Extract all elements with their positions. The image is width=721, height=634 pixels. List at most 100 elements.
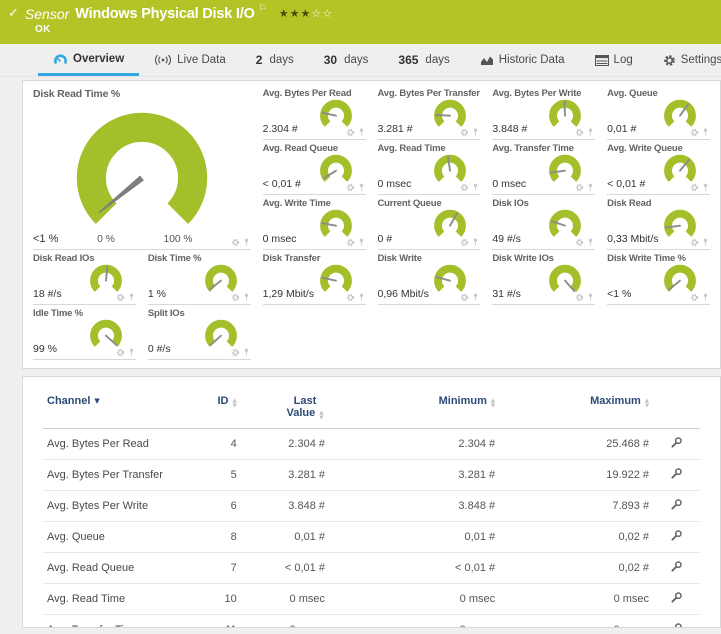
- wrench-icon: [670, 529, 683, 542]
- tab-label: Log: [614, 54, 633, 66]
- cell-minimum: 2.304 #: [329, 429, 499, 460]
- pin-icon[interactable]: [587, 127, 594, 137]
- channel-gauge-tile[interactable]: Current Queue 0 #: [378, 195, 481, 250]
- pin-icon[interactable]: [243, 347, 250, 357]
- channel-value: 0 #: [378, 233, 393, 245]
- channel-gauge-tile[interactable]: Avg. Bytes Per Write 3.848 #: [492, 85, 595, 140]
- gear-icon[interactable]: [690, 128, 699, 137]
- channel-gauge-tile[interactable]: Disk Transfer 1,29 Mbit/s: [263, 250, 366, 305]
- pin-icon[interactable]: [358, 182, 365, 192]
- channel-settings-button[interactable]: [670, 467, 683, 483]
- pin-icon[interactable]: [587, 182, 594, 192]
- pin-icon[interactable]: [243, 292, 250, 302]
- cell-minimum: 0 msec: [329, 584, 499, 615]
- gear-icon[interactable]: [575, 128, 584, 137]
- sort-arrows-icon: ▲▼: [232, 399, 236, 408]
- channel-gauge-tile[interactable]: Avg. Queue 0,01 #: [607, 85, 710, 140]
- channel-gauge-tile[interactable]: Disk Write 0,96 Mbit/s: [378, 250, 481, 305]
- channel-gauge-tile[interactable]: Disk Time % 1 %: [148, 250, 251, 305]
- channel-settings-button[interactable]: [670, 529, 683, 545]
- tab-settings[interactable]: Settings: [648, 44, 721, 76]
- wrench-icon: [670, 467, 683, 480]
- channel-settings-button[interactable]: [670, 622, 683, 628]
- tab-live-data[interactable]: Live Data: [139, 44, 241, 76]
- primary-channel-gauge-tile[interactable]: Disk Read Time % 0 % 100 % <1 %: [33, 85, 251, 250]
- channel-gauge-tile[interactable]: Disk Write Time % <1 %: [607, 250, 710, 305]
- header-minimum[interactable]: Minimum▲▼: [329, 389, 499, 429]
- tab-overview[interactable]: Overview: [38, 44, 139, 76]
- gear-icon[interactable]: [116, 348, 125, 357]
- tab-30-days[interactable]: 30days: [309, 44, 384, 76]
- pin-icon[interactable]: [702, 237, 709, 247]
- pin-icon[interactable]: [472, 292, 479, 302]
- gear-icon[interactable]: [346, 183, 355, 192]
- channel-settings-button[interactable]: [670, 498, 683, 514]
- tab-log[interactable]: Log: [580, 44, 648, 76]
- header-maximum[interactable]: Maximum▲▼: [499, 389, 653, 429]
- gear-icon[interactable]: [575, 238, 584, 247]
- gear-icon[interactable]: [346, 293, 355, 302]
- channel-gauge-tile[interactable]: Avg. Bytes Per Transfer 3.281 #: [378, 85, 481, 140]
- pin-icon[interactable]: [358, 127, 365, 137]
- priority-stars[interactable]: ★★★☆☆: [279, 5, 333, 23]
- pin-icon[interactable]: [128, 347, 135, 357]
- gear-icon[interactable]: [690, 238, 699, 247]
- gear-icon[interactable]: [575, 183, 584, 192]
- gear-icon[interactable]: [231, 238, 240, 247]
- channel-settings-button[interactable]: [670, 591, 683, 607]
- channel-gauge-tile[interactable]: Avg. Transfer Time 0 msec: [492, 140, 595, 195]
- gear-icon[interactable]: [690, 183, 699, 192]
- channel-gauge-tile[interactable]: Disk Read 0,33 Mbit/s: [607, 195, 710, 250]
- gear-icon[interactable]: [116, 293, 125, 302]
- header-channel[interactable]: Channel▼: [43, 389, 192, 429]
- pin-icon[interactable]: [358, 237, 365, 247]
- channel-gauge-tile[interactable]: Disk Read IOs 18 #/s: [33, 250, 136, 305]
- table-row: Avg. Read Queue 7 < 0,01 # < 0,01 # 0,02…: [43, 553, 700, 584]
- stars-empty: ☆☆: [311, 7, 333, 20]
- gear-icon[interactable]: [231, 293, 240, 302]
- pin-icon[interactable]: [243, 237, 250, 247]
- pin-icon[interactable]: [128, 292, 135, 302]
- channel-settings-button[interactable]: [670, 560, 683, 576]
- channel-gauge-tile[interactable]: Disk Write IOs 31 #/s: [492, 250, 595, 305]
- pin-icon[interactable]: [358, 292, 365, 302]
- channel-value: 99 %: [33, 343, 57, 355]
- pin-icon[interactable]: [702, 292, 709, 302]
- pin-icon[interactable]: [472, 182, 479, 192]
- header-id[interactable]: ID▲▼: [192, 389, 241, 429]
- channel-gauge-tile[interactable]: Idle Time % 99 %: [33, 305, 136, 360]
- channel-value: <1 %: [607, 288, 631, 300]
- priority-flag-icon[interactable]: ⚐: [259, 0, 267, 18]
- pin-icon[interactable]: [702, 182, 709, 192]
- gear-icon[interactable]: [346, 238, 355, 247]
- gear-icon[interactable]: [690, 293, 699, 302]
- channel-gauge-tile[interactable]: Avg. Write Queue < 0,01 #: [607, 140, 710, 195]
- tab-2-days[interactable]: 2days: [241, 44, 309, 76]
- gear-icon[interactable]: [575, 293, 584, 302]
- pin-icon[interactable]: [587, 292, 594, 302]
- header-last-value[interactable]: Last Value▲▼: [241, 389, 329, 429]
- table-row: Avg. Bytes Per Read 4 2.304 # 2.304 # 25…: [43, 429, 700, 460]
- cell-id: 11: [192, 615, 241, 629]
- channel-settings-button[interactable]: [670, 436, 683, 452]
- channel-gauge-tile[interactable]: Avg. Write Time 0 msec: [263, 195, 366, 250]
- gear-icon[interactable]: [460, 293, 469, 302]
- channel-gauge-tile[interactable]: Avg. Read Time 0 msec: [378, 140, 481, 195]
- gear-icon[interactable]: [460, 128, 469, 137]
- pin-icon[interactable]: [702, 127, 709, 137]
- gear-icon[interactable]: [231, 348, 240, 357]
- pin-icon[interactable]: [587, 237, 594, 247]
- tab-365-days[interactable]: 365days: [383, 44, 464, 76]
- pin-icon[interactable]: [472, 237, 479, 247]
- channel-gauge-tile[interactable]: Disk IOs 49 #/s: [492, 195, 595, 250]
- gear-icon[interactable]: [460, 183, 469, 192]
- channel-value: 3.848 #: [492, 123, 527, 135]
- gear-icon[interactable]: [460, 238, 469, 247]
- channel-gauge-tile[interactable]: Avg. Read Queue < 0,01 #: [263, 140, 366, 195]
- pin-icon[interactable]: [472, 127, 479, 137]
- tab-historic-data[interactable]: Historic Data: [465, 44, 580, 76]
- channel-gauge-tile[interactable]: Split IOs 0 #/s: [148, 305, 251, 360]
- cell-last-value: 2.304 #: [241, 429, 329, 460]
- gear-icon[interactable]: [346, 128, 355, 137]
- channel-gauge-tile[interactable]: Avg. Bytes Per Read 2.304 #: [263, 85, 366, 140]
